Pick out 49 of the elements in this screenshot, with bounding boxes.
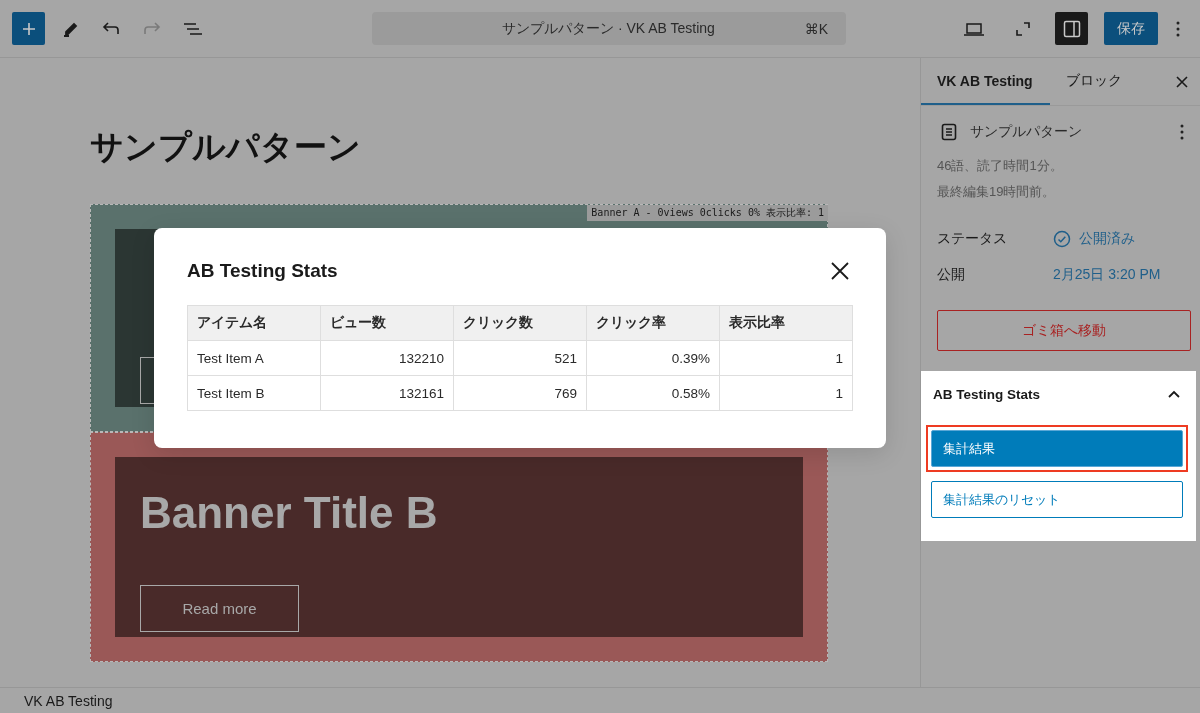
close-icon[interactable] <box>831 262 849 280</box>
stats-button[interactable]: 集計結果のリセット <box>931 481 1183 518</box>
sidebar-tab[interactable]: ブロック <box>1049 58 1138 105</box>
table-cell: 521 <box>453 340 587 376</box>
more-options-icon[interactable] <box>1176 20 1180 37</box>
move-to-trash-button[interactable]: ゴミ箱へ移動 <box>937 310 1191 351</box>
banner-title: Banner Title B <box>140 487 439 539</box>
table-cell: 1 <box>719 375 853 411</box>
field-value-link[interactable]: 2月25日 3:20 PM <box>1053 266 1161 284</box>
close-icon[interactable] <box>1176 75 1188 88</box>
save-button[interactable]: 保存 <box>1104 12 1158 45</box>
read-more-button[interactable]: Read more <box>140 585 299 632</box>
table-cell: Test Item A <box>187 340 321 376</box>
panel-title: AB Testing Stats <box>933 386 1040 402</box>
field-label: ステータス <box>937 230 1008 248</box>
status-text: VK AB Testing <box>24 692 113 709</box>
column-header: クリック数 <box>453 305 587 341</box>
plus-icon <box>20 20 37 37</box>
table-cell: 132210 <box>320 340 454 376</box>
chevron-icon[interactable] <box>1168 390 1180 398</box>
table-cell: 132161 <box>320 375 454 411</box>
column-header: 表示比率 <box>719 305 853 341</box>
sidebar-tab[interactable]: VK AB Testing <box>921 58 1050 105</box>
shortcut-hint: ⌘K <box>804 20 828 37</box>
table-cell: 0.58% <box>586 375 720 411</box>
field-value-link[interactable]: 公開済み <box>1053 230 1135 248</box>
table-cell: Test Item B <box>187 375 321 411</box>
document-icon <box>941 123 957 141</box>
sidebar-icon <box>1061 18 1082 39</box>
column-header: ビュー数 <box>320 305 454 341</box>
page-title: サンプルパターン <box>90 127 362 167</box>
document-title: サンプルパターン <box>970 123 1083 141</box>
modal-title: AB Testing Stats <box>187 260 338 282</box>
table-cell: 769 <box>453 375 587 411</box>
field-label: 公開 <box>937 266 966 284</box>
document-detail: 46語、読了時間1分。 <box>937 157 1064 175</box>
column-header: アイテム名 <box>187 305 321 341</box>
document-detail: 最終編集19時間前。 <box>937 183 1057 201</box>
document-title: サンプルパターン · VK AB Testing <box>502 19 716 38</box>
add-block-button[interactable] <box>12 12 45 45</box>
banner-stats-label: Banner A - 0views 0clicks 0% 表示比率: 1 <box>587 205 828 221</box>
command-bar[interactable]: サンプルパターン · VK AB Testing ⌘K <box>372 12 846 45</box>
settings-button[interactable] <box>1055 12 1088 45</box>
column-header: クリック率 <box>586 305 720 341</box>
table-cell: 0.39% <box>586 340 720 376</box>
table-cell: 1 <box>719 340 853 376</box>
more-options-icon[interactable] <box>1180 124 1184 140</box>
stats-button[interactable]: 集計結果 <box>931 430 1183 467</box>
check-circle-icon <box>1053 230 1071 248</box>
